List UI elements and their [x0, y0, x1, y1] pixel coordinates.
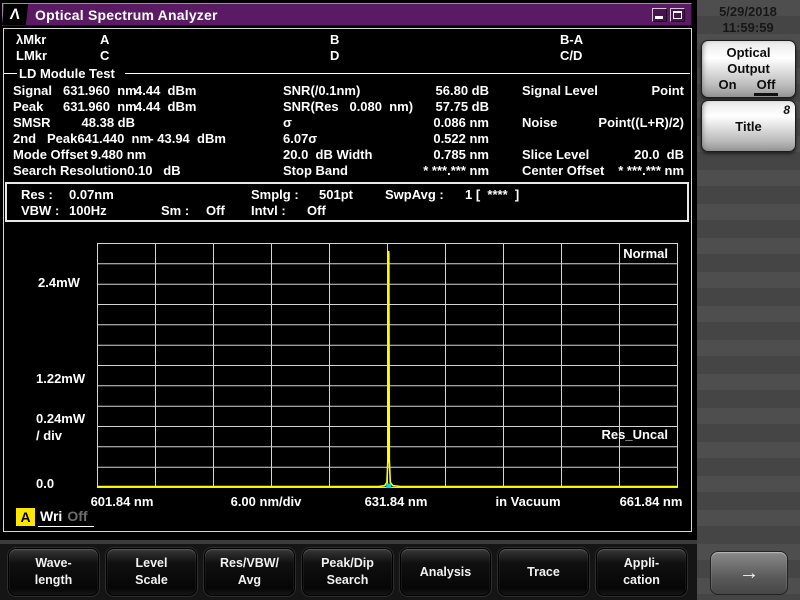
y-ref-label-mid: 1.22mW	[36, 371, 85, 386]
res-label: Res :	[21, 187, 53, 202]
meas-signal-level: Signal LevelPoint	[522, 83, 684, 99]
vbw-value: 100Hz	[69, 203, 107, 218]
y-ref-label-top: 2.4mW	[38, 275, 80, 290]
key-badge-8: 8	[783, 103, 790, 117]
meas-stop-band: Stop Band* ***.*** nm	[283, 163, 489, 179]
trace-write-status: WriOff	[38, 508, 94, 527]
minimize-icon	[655, 16, 663, 19]
marker-b: B	[330, 32, 339, 47]
header-rule-right	[125, 73, 690, 74]
meas-20db-width: 20.0 dB Width0.785 nm	[283, 147, 489, 163]
res-vbw-avg-button[interactable]: Res/VBW/Avg	[204, 548, 295, 596]
optical-output-off-label: Off	[754, 77, 779, 96]
res-uncal-annotation: Res_Uncal	[548, 427, 668, 442]
analysis-section-header: LD Module Test	[4, 66, 690, 81]
date-text: 5/29/2018	[700, 4, 796, 20]
meas-smsr: SMSR48.38 dB	[13, 115, 193, 131]
datetime-display: 5/29/2018 11:59:59	[700, 4, 796, 36]
wavelength-button[interactable]: Wave-length	[8, 548, 99, 596]
sweep-settings-box: Res : 0.07nm Smplg : 501pt SwpAvg : 1 [ …	[5, 182, 689, 222]
swpavg-label: SwpAvg :	[385, 187, 444, 202]
softkey-toolbar: Wave-length LevelScale Res/VBW/Avg Peak/…	[8, 548, 694, 596]
anritsu-logo-icon: Λ	[2, 4, 28, 25]
y-zero-label: 0.0	[36, 476, 54, 491]
meas-slice-level: Slice Level20.0 dB	[522, 147, 684, 163]
lambda-marker-label: λMkr	[16, 32, 46, 47]
optical-output-on-label: On	[719, 77, 737, 96]
osa-screen: Λ Optical Spectrum Analyzer λMkr A B B-A…	[0, 0, 800, 600]
trace-button[interactable]: Trace	[498, 548, 589, 596]
swpavg-value: 1 [ **** ]	[465, 187, 519, 202]
meas-mode-offset: Mode Offset9.480 nm	[13, 147, 193, 163]
smplg-label: Smplg :	[251, 187, 299, 202]
marker-d: D	[330, 48, 339, 63]
time-text: 11:59:59	[700, 20, 796, 36]
x-label-start: 601.84 nm	[91, 494, 154, 509]
intvl-label: Intvl :	[251, 203, 286, 218]
y-per-div-unit: / div	[36, 428, 62, 443]
window-title: Optical Spectrum Analyzer	[35, 7, 218, 23]
marker-row-level: LMkr C D C/D	[4, 48, 692, 64]
level-marker-label: LMkr	[16, 48, 47, 63]
settings-row-2: VBW : 100Hz Sm : Off Intvl : Off	[7, 203, 687, 220]
analysis-title: LD Module Test	[19, 66, 115, 81]
meas-center-offset: Center Offset* ***.*** nm	[522, 163, 684, 179]
marker-a: A	[100, 32, 109, 47]
spectrum-plot	[97, 243, 678, 488]
meas-2nd-peak: 2nd Peak641.440 nm- 43.94 dBm	[13, 131, 193, 147]
meas-signal: Signal631.960 nm4.44 dBm	[13, 83, 193, 99]
level-scale-button[interactable]: LevelScale	[106, 548, 197, 596]
marker-b-minus-a: B-A	[560, 32, 583, 47]
res-value: 0.07nm	[69, 187, 114, 202]
x-label-stop: 661.84 nm	[620, 494, 683, 509]
trace-status[interactable]: A WriOff	[16, 508, 94, 527]
x-label-per-div: 6.00 nm/div	[231, 494, 302, 509]
y-per-div-label: 0.24mW	[36, 411, 85, 426]
meas-search-resolution: Search Resolution0.10 dB	[13, 163, 193, 179]
meas-6-07-sigma: 6.07σ0.522 nm	[283, 131, 489, 147]
peak-dip-search-button[interactable]: Peak/DipSearch	[302, 548, 393, 596]
settings-row-1: Res : 0.07nm Smplg : 501pt SwpAvg : 1 [ …	[7, 187, 687, 204]
x-label-medium: in Vacuum	[495, 494, 560, 509]
intvl-value: Off	[307, 203, 326, 218]
optical-output-key[interactable]: Optical Output On Off	[701, 40, 796, 98]
meas-noise: NoisePoint((L+R)/2)	[522, 115, 684, 131]
meas-snr-res: SNR(Res 0.080 nm)57.75 dB	[283, 99, 489, 115]
meas-snr-01nm: SNR(/0.1nm)56.80 dB	[283, 83, 489, 99]
vbw-label: VBW :	[21, 203, 59, 218]
marker-c-over-d: C/D	[560, 48, 582, 63]
meas-sigma: σ0.086 nm	[283, 115, 489, 131]
right-arrow-icon: →	[739, 562, 759, 585]
maximize-button[interactable]	[670, 8, 685, 22]
title-key[interactable]: Title 8	[701, 100, 796, 152]
application-button[interactable]: Appli-cation	[596, 548, 687, 596]
sm-value: Off	[206, 203, 225, 218]
marker-c: C	[100, 48, 109, 63]
smplg-value: 501pt	[319, 187, 353, 202]
minimize-button[interactable]	[652, 8, 667, 22]
meas-peak: Peak631.960 nm4.44 dBm	[13, 99, 193, 115]
trace-mode-annotation: Normal	[548, 246, 668, 261]
marker-row-wavelength: λMkr A B B-A	[4, 32, 692, 48]
next-menu-button[interactable]: →	[710, 551, 788, 595]
header-rule-left	[4, 73, 17, 74]
x-label-center: 631.84 nm	[365, 494, 428, 509]
maximize-icon	[673, 11, 682, 19]
analysis-button[interactable]: Analysis	[400, 548, 491, 596]
trace-a-badge: A	[16, 508, 35, 526]
title-bar: Λ Optical Spectrum Analyzer	[2, 3, 692, 26]
sm-label: Sm :	[161, 203, 189, 218]
